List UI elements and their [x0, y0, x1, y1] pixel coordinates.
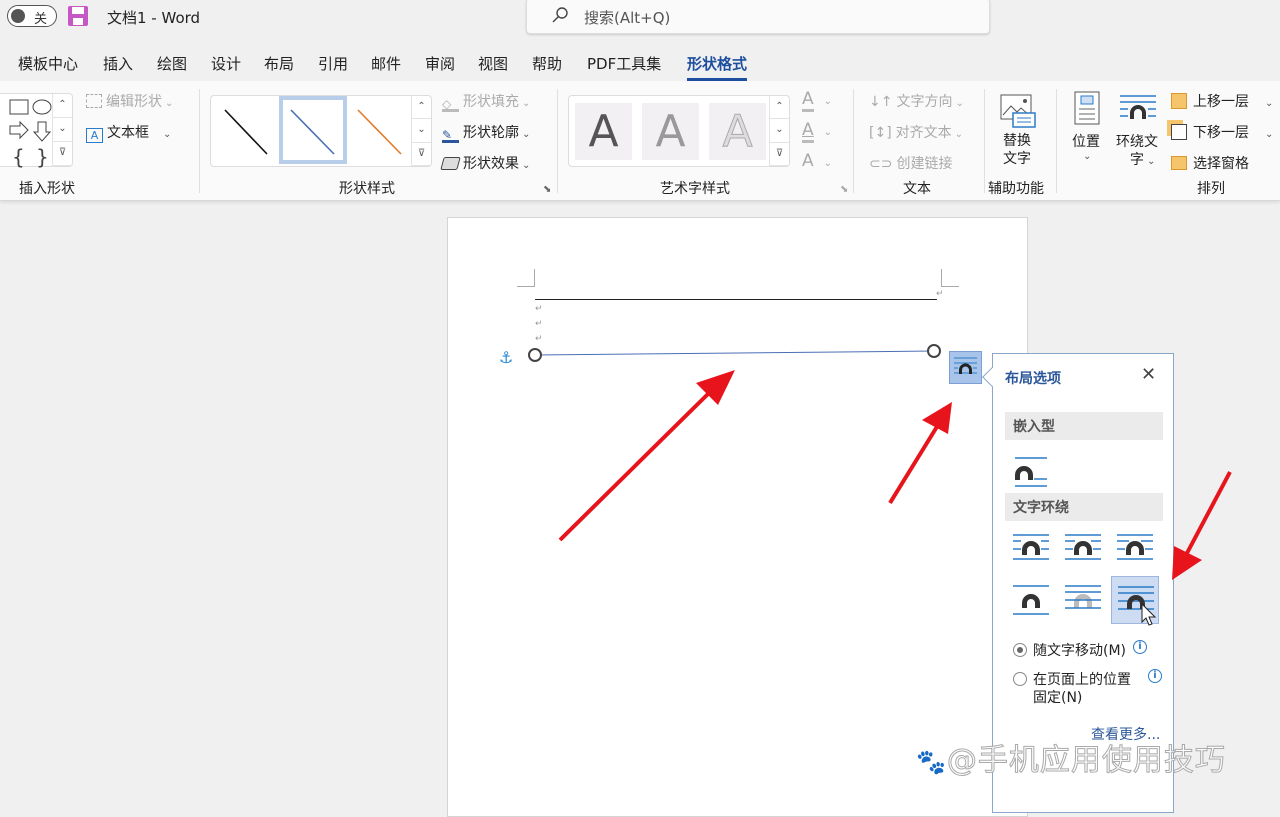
- annotation-arrows: [558, 370, 1232, 580]
- red-arrow-1: [558, 370, 735, 542]
- baidu-paw-icon: 🐾: [916, 748, 947, 777]
- watermark: 🐾@手机应用使用技巧: [916, 735, 1226, 779]
- red-arrow-2: [888, 402, 952, 505]
- mouse-cursor-icon: [1141, 603, 1157, 626]
- red-arrow-3: [1172, 471, 1232, 580]
- watermark-text: @手机应用使用技巧: [946, 743, 1226, 779]
